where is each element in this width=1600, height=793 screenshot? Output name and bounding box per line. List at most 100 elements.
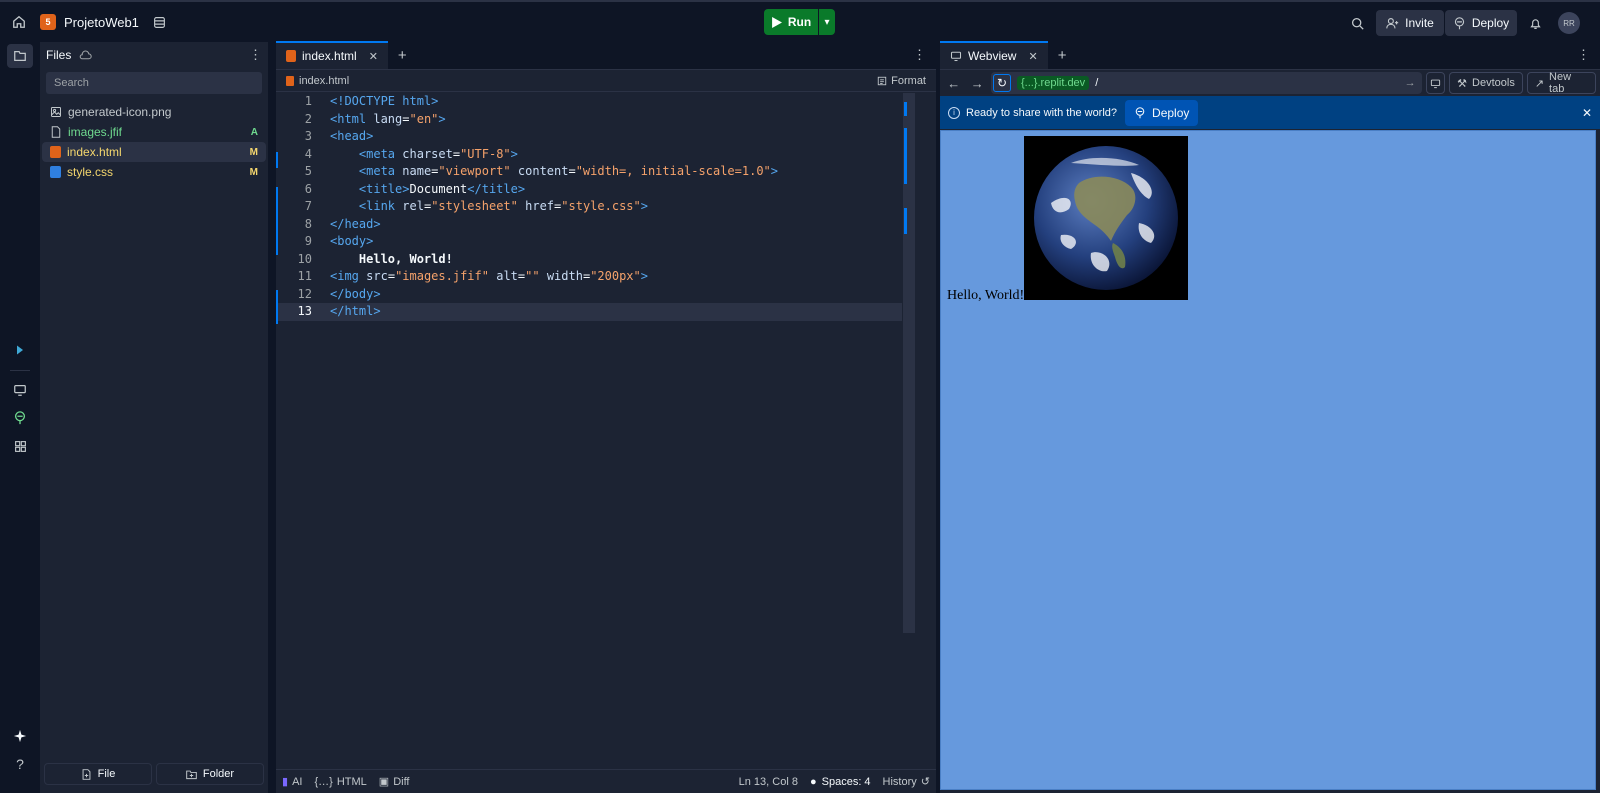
screen-size-button[interactable]: [1425, 72, 1446, 94]
breadcrumb[interactable]: index.html: [299, 75, 349, 87]
format-button[interactable]: Format: [877, 75, 926, 87]
image-file-icon: [51, 107, 61, 117]
line-number: 12: [297, 286, 312, 301]
add-tab-button[interactable]: +: [1048, 41, 1077, 69]
play-icon: [771, 16, 782, 28]
go-icon[interactable]: →: [1405, 77, 1420, 89]
search-icon: [1351, 17, 1364, 30]
back-button[interactable]: ←: [944, 76, 963, 91]
new-tab-button[interactable]: ↗ New tab: [1526, 71, 1596, 95]
rail-divider: [10, 370, 30, 371]
run-button[interactable]: Run: [764, 9, 818, 35]
url-bar[interactable]: ↻ {...}.replit.dev / →: [990, 72, 1422, 94]
banner-deploy-button[interactable]: Deploy: [1125, 99, 1199, 126]
webview-rail-button[interactable]: [7, 378, 33, 402]
notifications-button[interactable]: [1523, 11, 1547, 35]
html-file-icon: [50, 146, 61, 158]
webview-menu-button[interactable]: ⋮: [1567, 41, 1600, 69]
run-options-button[interactable]: ▾: [819, 9, 835, 35]
close-banner-icon[interactable]: ✕: [1582, 106, 1592, 120]
files-rail-button[interactable]: [7, 44, 33, 68]
database-icon: [154, 16, 166, 28]
file-name: images.jfif: [68, 125, 123, 139]
ai-status[interactable]: ▮ AI: [282, 775, 302, 789]
tab-index-html[interactable]: index.html ✕: [276, 41, 388, 69]
webview-panel: Webview ✕ + ⋮ ← → ↻ {...}.replit.dev / →…: [940, 41, 1600, 793]
forward-button[interactable]: →: [967, 76, 986, 91]
help-rail-button[interactable]: ?: [7, 752, 33, 776]
project-settings-button[interactable]: [147, 9, 173, 35]
tools-rail-button[interactable]: [7, 434, 33, 458]
line-number: 13: [297, 304, 312, 318]
minimap-marker: [904, 102, 907, 116]
file-item-generated-icon[interactable]: generated-icon.png: [42, 102, 266, 122]
ai-icon: ▮: [282, 776, 289, 788]
code-line: 4 <meta charset="UTF-8">: [276, 146, 902, 164]
files-header: Files ⋮: [40, 42, 268, 68]
code-line: 5 <meta name="viewport" content="width=,…: [276, 163, 902, 181]
share-banner: i Ready to share with the world? Deploy …: [940, 96, 1600, 129]
avatar[interactable]: RR: [1558, 12, 1580, 34]
run-label: Run: [787, 15, 812, 29]
diff-status[interactable]: ▣ Diff: [379, 775, 410, 789]
line-number: 4: [304, 146, 312, 161]
close-icon[interactable]: ✕: [1028, 50, 1037, 63]
add-folder-icon: [186, 770, 197, 779]
new-file-label: File: [97, 768, 116, 780]
change-marker: [276, 187, 278, 255]
home-button[interactable]: [0, 3, 38, 41]
reload-button[interactable]: ↻: [992, 74, 1011, 92]
file-item-style-css[interactable]: style.css M: [42, 162, 266, 182]
home-icon: [13, 15, 25, 28]
info-icon: i: [948, 106, 960, 119]
language-status[interactable]: {…} HTML: [314, 776, 366, 788]
run-rail-button[interactable]: [7, 338, 33, 362]
change-marker: [276, 152, 278, 168]
code-area[interactable]: 1 <!DOCTYPE html> 2 <html lang="en"> 3 <hea…: [276, 93, 902, 763]
cursor-position[interactable]: Ln 13, Col 8: [739, 776, 798, 788]
external-link-icon: ↗: [1534, 77, 1545, 90]
files-menu-button[interactable]: ⋮: [249, 47, 262, 63]
history-button[interactable]: History ↺: [883, 775, 930, 789]
file-item-images[interactable]: images.jfif A: [42, 122, 266, 142]
project-name[interactable]: ProjetoWeb1: [64, 15, 139, 30]
dot-icon: ●: [809, 775, 817, 788]
search-placeholder: Search: [54, 77, 89, 89]
tab-webview[interactable]: Webview ✕: [940, 41, 1048, 69]
language-label: HTML: [336, 775, 367, 788]
editor-status-bar: ▮ AI {…} HTML ▣ Diff Ln 13, Col 8 ● Spaces: …: [276, 769, 936, 793]
invite-label: Invite: [1405, 16, 1434, 30]
files-editor-splitter[interactable]: [268, 42, 272, 793]
spaces-status[interactable]: ● Spaces: 4: [810, 776, 871, 788]
file-item-index-html[interactable]: index.html M: [42, 142, 266, 162]
close-icon[interactable]: ✕: [369, 50, 378, 63]
search-input[interactable]: Search: [46, 72, 262, 94]
deploy-icon: [1135, 106, 1145, 118]
line-number: 10: [297, 251, 312, 266]
url-path: /: [1095, 77, 1099, 89]
webview-tab-bar: Webview ✕ + ⋮: [940, 41, 1600, 70]
webview-page: Hello, World!: [940, 130, 1596, 790]
ai-rail-button[interactable]: [7, 724, 33, 748]
devtools-button[interactable]: ⚒ Devtools: [1449, 72, 1523, 94]
file-name: style.css: [67, 165, 114, 179]
format-label: Format: [891, 74, 926, 87]
code-line: 7 <link rel="stylesheet" href="style.css…: [276, 198, 902, 216]
new-folder-label: Folder: [202, 768, 235, 780]
deploy-label: Deploy: [1471, 16, 1510, 30]
earth-globe-graphic: [1034, 146, 1178, 290]
code-line: 6 <title>Document</title>: [276, 181, 902, 199]
new-folder-button[interactable]: Folder: [156, 763, 264, 785]
grid-icon: [14, 440, 26, 452]
search-button[interactable]: [1345, 11, 1369, 35]
file-badge: M: [249, 146, 258, 158]
history-icon: ↺: [920, 776, 930, 788]
editor-menu-button[interactable]: ⋮: [903, 41, 936, 69]
code-line: 8 </head>: [276, 216, 902, 234]
deploy-rail-button[interactable]: [7, 406, 33, 430]
deploy-button[interactable]: Deploy: [1445, 10, 1517, 36]
new-file-button[interactable]: File: [44, 763, 152, 785]
invite-button[interactable]: Invite: [1376, 10, 1444, 36]
add-tab-button[interactable]: +: [388, 41, 417, 69]
sparkle-icon: [13, 729, 27, 743]
